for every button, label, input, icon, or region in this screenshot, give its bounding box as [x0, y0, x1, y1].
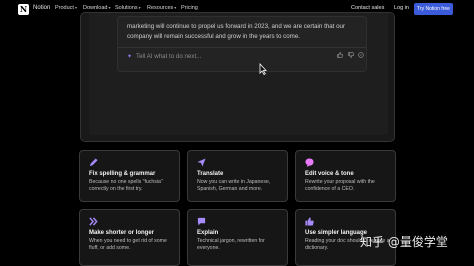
feature-title: Edit voice & tone — [305, 171, 354, 177]
nav-item-download[interactable]: Download▾ — [83, 5, 110, 11]
double-chevron-icon — [89, 217, 98, 226]
contact-sales-link[interactable]: Contact sales — [351, 5, 384, 11]
feature-title: Fix spelling & grammar — [89, 171, 156, 177]
more-icon[interactable] — [358, 52, 365, 60]
feature-title: Translate — [197, 171, 224, 177]
log-in-link[interactable]: Log in — [394, 5, 409, 11]
brand-name[interactable]: Notion — [33, 5, 50, 11]
chat-icon — [197, 217, 206, 226]
thumb-icon — [305, 217, 314, 226]
chevron-down-icon: ▾ — [74, 5, 77, 10]
demo-document: marketing will continue to propel us for… — [89, 13, 388, 135]
feature-description: Technical jargon, rewritten for everyone… — [197, 238, 265, 251]
nav-item-product[interactable]: Product▾ — [55, 5, 77, 11]
nav-item-solutions[interactable]: Solutions▾ — [115, 5, 141, 11]
nav-item-label: Pricing — [181, 5, 198, 11]
divider — [118, 47, 366, 48]
chevron-down-icon: ▾ — [138, 5, 141, 10]
zhihu-watermark: 知乎 @量俊学堂 — [360, 235, 448, 249]
sparkle-icon: ✦ — [127, 54, 133, 60]
nav-item-label: Download — [83, 5, 108, 11]
nav-item-label: Solutions — [115, 5, 138, 11]
chevron-down-icon: ▾ — [108, 5, 111, 10]
nav-item-resources[interactable]: Resources▾ — [147, 5, 176, 11]
ai-response-text: marketing will continue to propel us for… — [127, 23, 346, 40]
pencil-icon — [89, 158, 98, 167]
thumbs-up-icon[interactable] — [337, 52, 345, 60]
try-notion-free-button[interactable]: Try Notion free — [414, 3, 453, 15]
nav-item-pricing[interactable]: Pricing — [181, 5, 198, 11]
feature-card-explain[interactable]: Explain Technical jargon, rewritten for … — [187, 209, 288, 266]
feature-description: Rewrite your proposal with the confidenc… — [305, 179, 375, 192]
nav-item-label: Product — [55, 5, 74, 11]
ai-feedback-actions — [334, 52, 365, 60]
feature-card-fix-spelling[interactable]: Fix spelling & grammar Because no one sp… — [79, 150, 180, 202]
feature-card-make-shorter[interactable]: Make shorter or longer When you need to … — [79, 209, 180, 266]
ai-response-card: marketing will continue to propel us for… — [117, 16, 367, 72]
speech-bubble-icon — [305, 158, 314, 167]
ai-demo-panel: marketing will continue to propel us for… — [80, 12, 395, 142]
nav-item-label: Resources — [147, 5, 174, 11]
notion-logo-icon[interactable]: N — [18, 4, 29, 15]
feature-description: Because no one spells "fuchsia" correctl… — [89, 179, 163, 192]
feature-description: When you need to get rid of some fluff, … — [89, 238, 167, 251]
feature-title: Make shorter or longer — [89, 230, 155, 236]
feature-card-translate[interactable]: Translate Now you can write in Japanese,… — [187, 150, 288, 202]
ai-prompt-input[interactable]: Tell AI what to do next... — [136, 53, 201, 60]
chevron-down-icon: ▾ — [174, 5, 177, 10]
feature-description: Now you can write in Japanese, Spanish, … — [197, 179, 271, 192]
thumbs-down-icon[interactable] — [347, 52, 356, 60]
send-icon — [197, 158, 206, 167]
mouse-cursor-icon — [259, 63, 267, 75]
feature-title: Use simpler language — [305, 230, 368, 236]
feature-card-edit-voice[interactable]: Edit voice & tone Rewrite your proposal … — [295, 150, 396, 202]
feature-title: Explain — [197, 230, 219, 236]
